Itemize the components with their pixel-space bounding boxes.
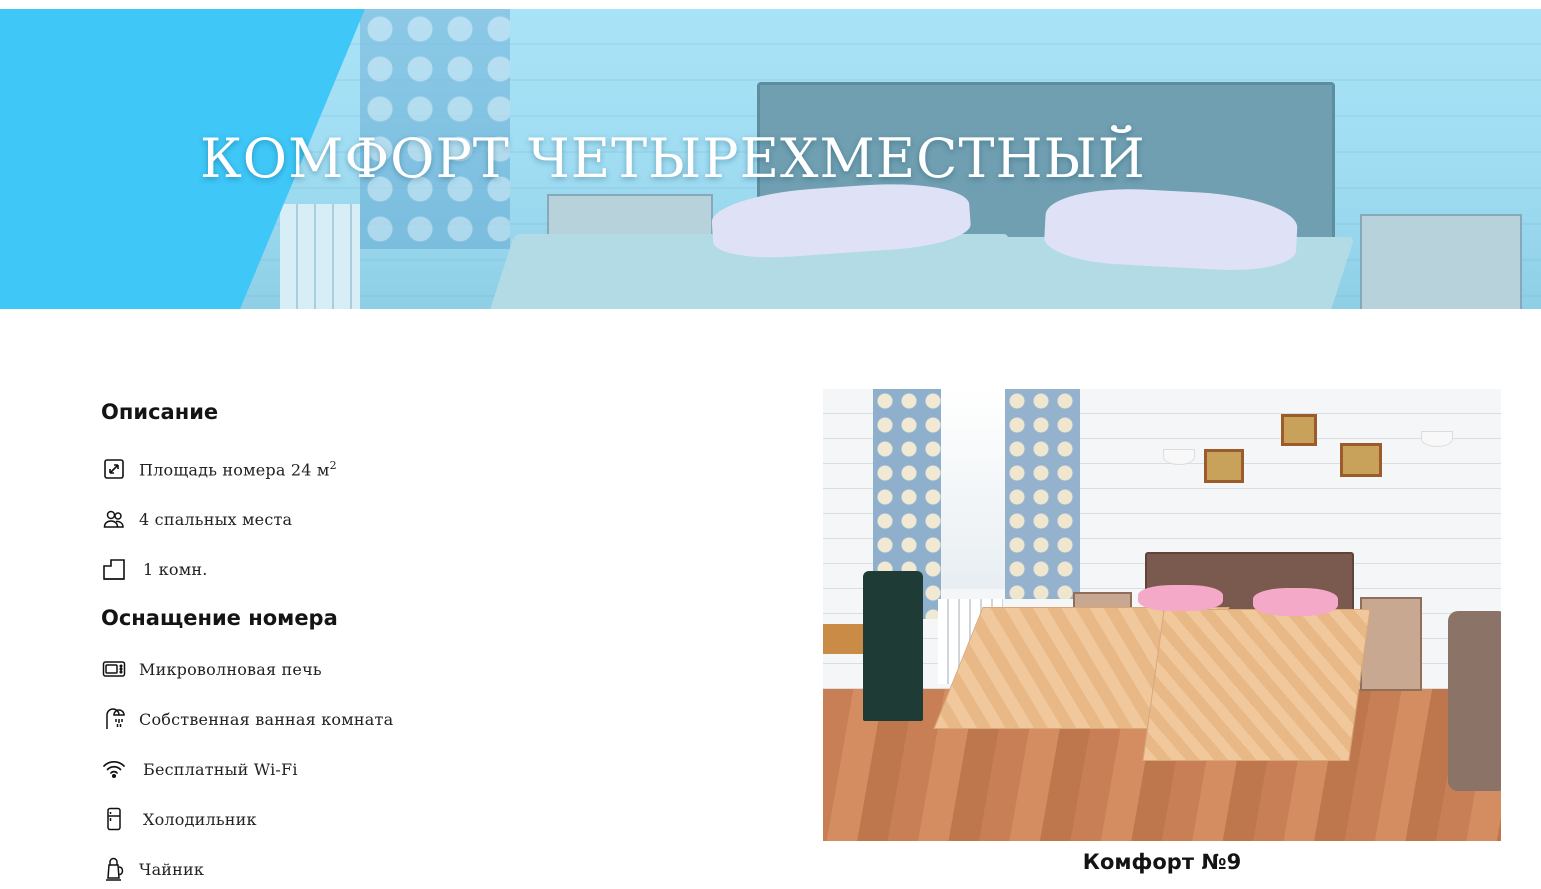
feature-area-sup: 2 [329,458,337,472]
feature-rooms: 1 комн. [101,555,208,583]
feature-fridge: Холодильник [101,805,257,833]
page-title: КОМФОРТ ЧЕТЫРЕХМЕСТНЫЙ [200,127,1146,190]
photo-frame-3 [1340,443,1382,477]
equipment-heading: Оснащение номера [101,606,338,630]
room-photo[interactable] [823,389,1501,841]
photo-lamp-right [1421,431,1453,447]
feature-rooms-text: 1 комн. [143,559,208,579]
fridge-icon [101,806,127,832]
photo-caption: Комфорт №9 [1082,850,1242,874]
description-heading: Описание [101,400,219,424]
feature-kettle-text: Чайник [139,859,205,879]
feature-beds-text: 4 спальных места [139,509,293,529]
feature-beds: 4 спальных места [101,505,292,533]
feature-microwave: Микроволновая печь [101,655,322,683]
feature-bathroom-text: Собственная ванная комната [139,709,394,729]
area-icon [101,456,127,482]
hero-banner: КОМФОРТ ЧЕТЫРЕХМЕСТНЫЙ [0,9,1541,309]
wifi-icon [101,756,127,782]
hero-nightstand-right [1360,214,1522,309]
feature-microwave-text: Микроволновая печь [139,659,322,679]
photo-frame-2 [1281,414,1317,446]
photo-lamp-left [1163,449,1195,465]
kettle-icon [101,856,127,882]
rooms-icon [101,556,127,582]
hero-radiator [280,204,360,309]
shower-icon [101,706,127,732]
microwave-icon [101,656,127,682]
photo-frame-1 [1204,449,1244,483]
people-icon [101,506,127,532]
photo-pillow-left [1138,585,1223,611]
feature-bathroom: Собственная ванная комната [101,705,393,733]
photo-sofa [1448,611,1501,791]
feature-fridge-text: Холодильник [143,809,257,829]
photo-chair [863,571,923,721]
photo-bed-right [1142,609,1371,761]
feature-wifi-text: Бесплатный Wi-Fi [143,759,298,779]
photo-pillow-right [1253,588,1338,616]
feature-area: Площадь номера 24 м2 [101,455,337,483]
feature-area-text: Площадь номера 24 м [139,460,330,480]
photo-curtain-right [1005,389,1080,599]
feature-wifi: Бесплатный Wi-Fi [101,755,298,783]
feature-kettle: Чайник [101,855,204,883]
